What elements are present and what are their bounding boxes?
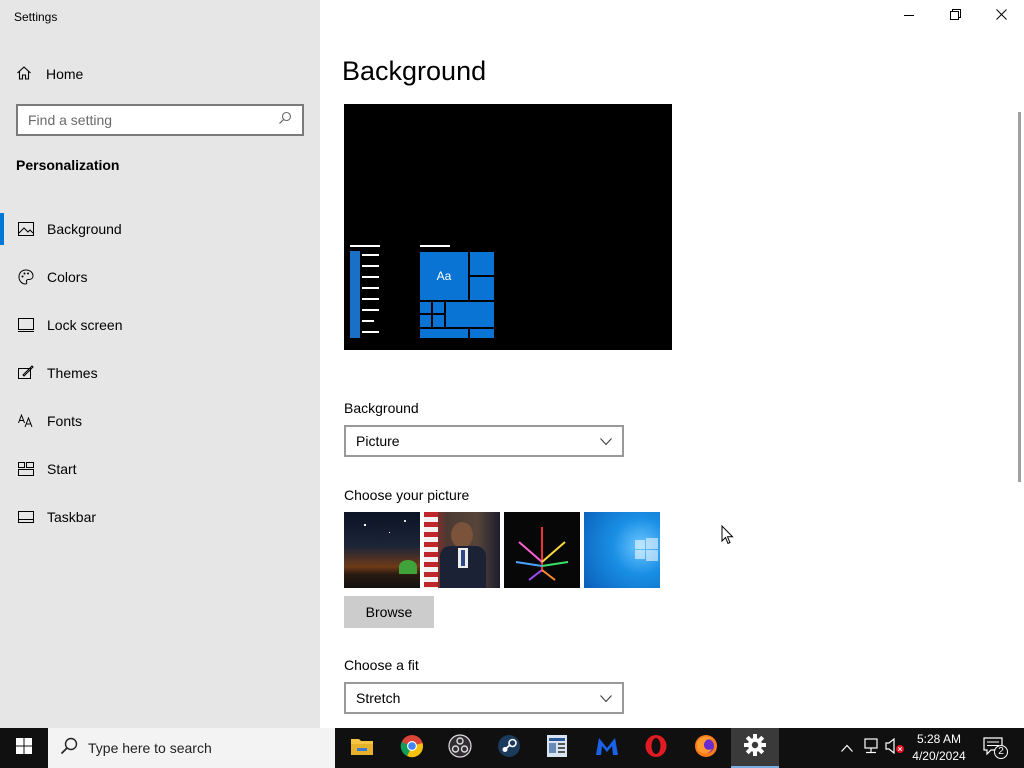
taskbar-search-placeholder: Type here to search: [88, 740, 212, 756]
close-icon: [995, 7, 1007, 25]
home-label: Home: [46, 66, 84, 82]
network-icon: [862, 737, 880, 759]
background-type-label: Background: [344, 400, 419, 416]
home-link[interactable]: Home: [16, 63, 83, 85]
picture-thumb-neon-leaf[interactable]: [504, 512, 580, 588]
fit-dropdown[interactable]: Stretch: [344, 682, 624, 714]
show-hidden-icons-button[interactable]: [838, 728, 856, 768]
minimize-icon: [904, 7, 914, 25]
taskbar: Type here to search 5:28 AM 4/20/2024 2: [0, 728, 1024, 768]
themes-icon: [18, 365, 34, 381]
minimize-button[interactable]: [886, 0, 932, 32]
picture-thumb-portrait[interactable]: [424, 512, 500, 588]
sidebar-item-label: Background: [47, 221, 122, 237]
section-title: Personalization: [16, 157, 120, 173]
sidebar-nav: Background Colors Lock screen Themes Fon…: [0, 205, 320, 541]
mouse-cursor-icon: [721, 524, 735, 550]
firefox-icon: [694, 734, 718, 763]
sidebar-item-label: Lock screen: [47, 317, 123, 333]
taskbar-app-settings[interactable]: [731, 728, 779, 768]
taskbar-app-firefox[interactable]: [682, 728, 730, 768]
preview-tiles: Aa: [420, 252, 494, 338]
choose-picture-label: Choose your picture: [344, 487, 470, 503]
palette-icon: [18, 269, 34, 285]
clock-date: 4/20/2024: [912, 749, 966, 763]
taskbar-app-opera[interactable]: [632, 728, 680, 768]
document-icon: [546, 734, 568, 763]
lock-screen-icon: [18, 317, 34, 333]
picture-thumb-night-sky[interactable]: [344, 512, 420, 588]
sidebar-item-label: Taskbar: [47, 509, 97, 525]
sidebar-item-fonts[interactable]: Fonts: [0, 397, 320, 445]
sidebar-item-label: Themes: [47, 365, 98, 381]
picture-icon: [18, 221, 34, 237]
restore-button[interactable]: [932, 0, 978, 32]
close-button[interactable]: [978, 0, 1024, 32]
fonts-icon: [18, 413, 34, 429]
settings-search-box[interactable]: [16, 104, 304, 136]
background-type-dropdown[interactable]: Picture: [344, 425, 624, 457]
preview-line: [350, 245, 380, 247]
taskbar-app-document[interactable]: [533, 728, 581, 768]
taskbar-app-steam[interactable]: [485, 728, 533, 768]
settings-icon: [744, 733, 766, 761]
taskbar-app-malwarebytes[interactable]: [583, 728, 631, 768]
chevron-up-icon: [841, 739, 853, 757]
chevron-down-icon: [600, 433, 612, 449]
volume-tray-button[interactable]: [884, 728, 906, 768]
sidebar-item-label: Colors: [47, 269, 88, 285]
steam-icon: [497, 734, 521, 763]
browse-button[interactable]: Browse: [344, 596, 434, 628]
sidebar-item-themes[interactable]: Themes: [0, 349, 320, 397]
chrome-icon: [400, 734, 424, 763]
start-button[interactable]: [0, 728, 48, 768]
taskbar-clock[interactable]: 5:28 AM 4/20/2024: [908, 731, 970, 765]
page-title: Background: [342, 56, 487, 86]
choose-fit-label: Choose a fit: [344, 657, 419, 673]
action-center-button[interactable]: 2: [978, 728, 1012, 768]
network-tray-button[interactable]: [860, 728, 882, 768]
opera-icon: [644, 734, 668, 763]
taskbar-app-chrome[interactable]: [388, 728, 436, 768]
notification-icon: 2: [983, 737, 1008, 759]
sidebar-item-lock-screen[interactable]: Lock screen: [0, 301, 320, 349]
picture-thumb-windows-blue[interactable]: [584, 512, 660, 588]
search-icon[interactable]: [278, 111, 292, 130]
taskbar-search-box[interactable]: Type here to search: [48, 728, 335, 768]
desktop-preview: Aa: [344, 104, 672, 350]
taskbar-app-obs[interactable]: [436, 728, 484, 768]
home-icon: [16, 65, 46, 84]
preview-sample-text: Aa: [420, 252, 468, 300]
notification-count-badge: 2: [994, 745, 1008, 759]
clock-time: 5:28 AM: [916, 732, 962, 746]
malwarebytes-icon: [594, 735, 620, 762]
app-title: Settings: [14, 10, 58, 24]
taskbar-icon: [18, 509, 34, 525]
chevron-down-icon: [600, 690, 612, 706]
windows-logo-icon: [16, 737, 32, 759]
volume-muted-icon: [885, 737, 905, 759]
background-type-value: Picture: [356, 433, 400, 449]
sidebar: Settings Home Personalization Background…: [0, 0, 320, 728]
file-explorer-icon: [350, 736, 374, 761]
fit-value: Stretch: [356, 690, 401, 706]
scrollbar[interactable]: [1018, 112, 1021, 482]
taskbar-app-file-explorer[interactable]: [338, 728, 386, 768]
preview-start-strip: [350, 251, 360, 338]
start-icon: [18, 461, 34, 477]
search-icon: [60, 737, 78, 760]
sidebar-item-label: Fonts: [47, 413, 83, 429]
sidebar-item-colors[interactable]: Colors: [0, 253, 320, 301]
obs-icon: [448, 733, 472, 763]
sidebar-item-start[interactable]: Start: [0, 445, 320, 493]
sidebar-item-taskbar[interactable]: Taskbar: [0, 493, 320, 541]
settings-search-input[interactable]: [28, 112, 278, 128]
sidebar-item-label: Start: [47, 461, 77, 477]
restore-icon: [949, 7, 961, 25]
sidebar-item-background[interactable]: Background: [0, 205, 320, 253]
picture-thumbnails: [344, 512, 660, 588]
